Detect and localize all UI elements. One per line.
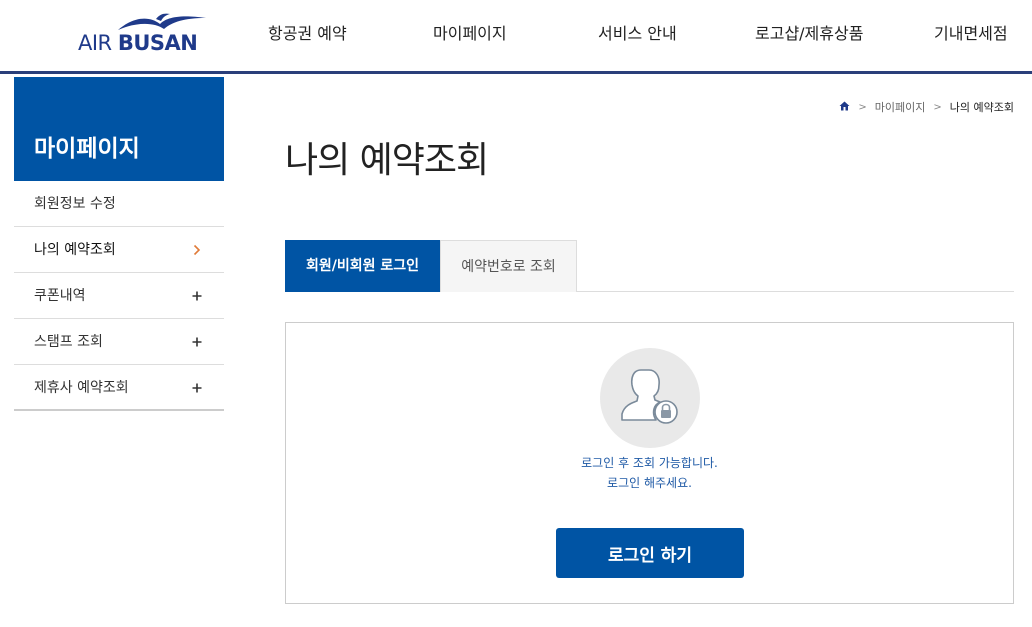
breadcrumb-separator-icon: > xyxy=(933,101,942,113)
logo-air: AIR xyxy=(78,31,112,55)
sidebar: 마이페이지 회원정보 수정 나의 예약조회 쿠폰내역 스탬프 조회 제휴사 예약… xyxy=(14,77,224,411)
breadcrumb: > 마이페이지 > 나의 예약조회 xyxy=(839,99,1014,115)
chevron-right-icon xyxy=(190,227,204,273)
locked-user-icon xyxy=(600,348,700,448)
sidebar-item-label: 회원정보 수정 xyxy=(34,196,116,212)
breadcrumb-mypage[interactable]: 마이페이지 xyxy=(875,99,926,115)
sidebar-item-label: 스탬프 조회 xyxy=(34,334,103,350)
sidebar-item-label: 제휴사 예약조회 xyxy=(34,380,129,396)
sidebar-item-coupons[interactable]: 쿠폰내역 xyxy=(14,273,224,319)
sidebar-item-stamps[interactable]: 스탬프 조회 xyxy=(14,319,224,365)
logo-busan: BUSAN xyxy=(117,31,198,55)
nav-service-guide[interactable]: 서비스 안내 xyxy=(598,24,677,44)
sidebar-item-label: 나의 예약조회 xyxy=(34,242,116,258)
nav-flight-booking[interactable]: 항공권 예약 xyxy=(268,24,347,44)
nav-logo-shop[interactable]: 로고샵/제휴상품 xyxy=(755,24,863,44)
lookup-tabs: 회원/비회원 로그인 예약번호로 조회 xyxy=(285,240,1014,292)
login-prompt-message: 로그인 해주세요. xyxy=(607,476,692,490)
logo-wordmark: AIR BUSAN xyxy=(78,30,198,56)
home-icon[interactable] xyxy=(839,101,850,114)
sidebar-item-edit-member[interactable]: 회원정보 수정 xyxy=(14,181,224,227)
login-required-message: 로그인 후 조회 가능합니다. xyxy=(581,456,718,470)
plus-icon xyxy=(190,319,204,365)
login-button[interactable]: 로그인 하기 xyxy=(556,528,744,578)
nav-duty-free[interactable]: 기내면세점 xyxy=(934,24,1008,44)
plus-icon xyxy=(190,273,204,319)
sidebar-item-partner-reservation[interactable]: 제휴사 예약조회 xyxy=(14,365,224,411)
sidebar-item-label: 쿠폰내역 xyxy=(34,288,86,304)
breadcrumb-separator-icon: > xyxy=(858,101,867,113)
sidebar-item-my-reservation[interactable]: 나의 예약조회 xyxy=(14,227,224,273)
plus-icon xyxy=(190,365,204,411)
breadcrumb-current: 나의 예약조회 xyxy=(949,101,1014,114)
sidebar-title: 마이페이지 xyxy=(14,77,224,181)
top-header: AIR BUSAN 항공권 예약 마이페이지 서비스 안내 로고샵/제휴상품 기… xyxy=(0,0,1032,74)
login-panel: 로그인 후 조회 가능합니다. 로그인 해주세요. 로그인 하기 xyxy=(285,322,1014,604)
tab-reservation-number[interactable]: 예약번호로 조회 xyxy=(440,240,577,292)
page-title: 나의 예약조회 xyxy=(285,140,489,181)
nav-mypage[interactable]: 마이페이지 xyxy=(433,24,507,44)
air-busan-logo[interactable]: AIR BUSAN xyxy=(78,12,208,56)
tab-member-login[interactable]: 회원/비회원 로그인 xyxy=(285,240,440,292)
